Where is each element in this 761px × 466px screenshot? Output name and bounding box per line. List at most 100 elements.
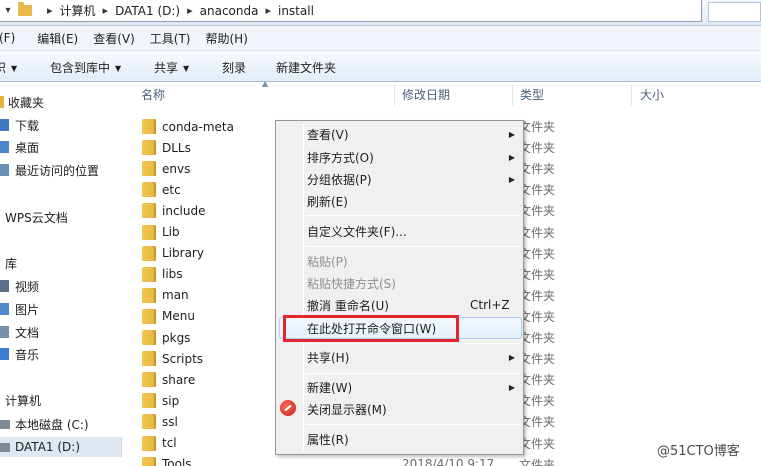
organize-label: 织 xyxy=(0,61,7,75)
menu-view[interactable]: 查看(V) xyxy=(93,30,143,47)
navigation-pane: 收藏夹 下载 桌面 最近访问的位置 WPS云文档 库 视频 图片 文档 音乐 计… xyxy=(0,82,124,466)
address-bar-row: ▾ ▸ 计算机 ▸ DATA1 (D:) ▸ anaconda ▸ instal… xyxy=(0,0,761,26)
chevron-right-icon[interactable]: ▸ xyxy=(265,4,271,17)
folder-icon xyxy=(142,435,156,451)
nav-pictures-label: 图片 xyxy=(15,302,40,317)
recent-places-icon xyxy=(0,164,9,176)
search-input[interactable] xyxy=(708,2,761,22)
file-type: 文件夹 xyxy=(519,225,556,240)
file-type: 文件夹 xyxy=(519,267,556,282)
share-button[interactable]: 共享 ▼ xyxy=(154,59,189,76)
nav-videos-label: 视频 xyxy=(15,279,40,294)
chevron-right-icon[interactable]: ▸ xyxy=(187,4,193,17)
menu-item-customize[interactable]: 自定义文件夹(F)... xyxy=(307,220,521,242)
nav-wps[interactable]: WPS云文档 xyxy=(5,207,68,227)
breadcrumb-install[interactable]: install xyxy=(278,4,314,18)
column-divider[interactable] xyxy=(394,84,395,106)
menu-item-share[interactable]: 共享(H) ▶ xyxy=(307,346,521,368)
nav-music[interactable]: 音乐 xyxy=(0,344,39,364)
new-folder-button[interactable]: 新建文件夹 xyxy=(276,59,336,76)
context-menu: 查看(V) ▶ 排序方式(O) ▶ 分组依据(P) ▶ 刷新(E) 自定义文件夹… xyxy=(275,120,524,455)
nav-desktop[interactable]: 桌面 xyxy=(0,137,39,157)
nav-computer[interactable]: 计算机 xyxy=(5,390,41,410)
menu-separator xyxy=(306,424,520,425)
menu-separator xyxy=(306,343,520,344)
menu-item-share-label: 共享(H) xyxy=(307,350,350,365)
nav-data1-label: DATA1 (D:) xyxy=(15,440,81,454)
watermark: @51CTO博客 xyxy=(657,444,740,459)
menu-item-group[interactable]: 分组依据(P) ▶ xyxy=(307,168,521,190)
column-divider[interactable] xyxy=(631,84,632,106)
breadcrumb-computer[interactable]: 计算机 xyxy=(60,2,96,19)
menu-item-new[interactable]: 新建(W) ▶ xyxy=(307,376,521,398)
column-header-date[interactable]: 修改日期 xyxy=(402,86,450,103)
menu-edit[interactable]: 编辑(E) xyxy=(37,30,86,47)
file-type: 文件夹 xyxy=(519,141,556,156)
nav-pictures[interactable]: 图片 xyxy=(0,299,39,319)
nav-documents-label: 文档 xyxy=(15,325,40,340)
menu-gutter xyxy=(303,123,304,452)
file-name: Tools xyxy=(162,457,192,466)
file-type: 文件夹 xyxy=(519,352,556,367)
caret-down-icon: ▼ xyxy=(183,64,190,73)
column-header-type[interactable]: 类型 xyxy=(520,86,544,103)
drive-icon xyxy=(0,442,10,452)
menu-tools[interactable]: 工具(T) xyxy=(150,30,199,47)
menu-item-undo-shortcut: Ctrl+Z xyxy=(470,298,510,312)
nav-music-label: 音乐 xyxy=(15,347,40,362)
star-icon xyxy=(0,96,4,108)
red-annotation-box xyxy=(283,315,459,342)
chevron-right-icon[interactable]: ▸ xyxy=(103,4,109,17)
menu-file[interactable]: (F) xyxy=(0,31,23,45)
column-header-size[interactable]: 大小 xyxy=(640,86,664,103)
folder-icon xyxy=(142,393,156,409)
nav-recent[interactable]: 最近访问的位置 xyxy=(0,160,99,180)
menu-item-close-display[interactable]: 关闭显示器(M) xyxy=(307,398,521,420)
menu-item-view[interactable]: 查看(V) ▶ xyxy=(307,123,521,145)
nav-computer-label: 计算机 xyxy=(5,393,42,408)
file-type: 文件夹 xyxy=(519,246,556,261)
menu-item-refresh[interactable]: 刷新(E) xyxy=(307,190,521,212)
menu-item-undo-rename[interactable]: 撤消 重命名(U) Ctrl+Z xyxy=(307,294,521,316)
nav-recent-label: 最近访问的位置 xyxy=(15,163,100,178)
nav-local-disk[interactable]: 本地磁盘 (C:) xyxy=(0,414,89,434)
breadcrumb-anaconda[interactable]: anaconda xyxy=(200,4,259,18)
nav-favorites-label: 收藏夹 xyxy=(8,95,45,110)
caret-down-icon: ▼ xyxy=(11,64,18,73)
chevron-down-icon[interactable]: ▾ xyxy=(0,5,16,16)
nav-downloads[interactable]: 下载 xyxy=(0,115,39,135)
column-header-name[interactable]: 名称 xyxy=(141,86,165,103)
submenu-arrow-icon: ▶ xyxy=(508,129,515,139)
document-icon xyxy=(0,326,9,338)
nav-libraries[interactable]: 库 xyxy=(5,253,17,273)
picture-icon xyxy=(0,303,9,315)
address-bar[interactable]: ▾ ▸ 计算机 ▸ DATA1 (D:) ▸ anaconda ▸ instal… xyxy=(0,0,702,22)
nav-favorites[interactable]: 收藏夹 xyxy=(0,92,44,112)
nav-data1[interactable]: DATA1 (D:) xyxy=(0,437,122,457)
column-divider[interactable] xyxy=(512,84,513,106)
folder-icon xyxy=(142,245,156,261)
file-type: 文件夹 xyxy=(519,436,556,451)
burn-button[interactable]: 刻录 xyxy=(222,59,246,76)
nav-videos[interactable]: 视频 xyxy=(0,276,39,296)
menu-item-sort[interactable]: 排序方式(O) ▶ xyxy=(307,146,521,168)
nav-documents[interactable]: 文档 xyxy=(0,322,39,342)
breadcrumb-data1[interactable]: DATA1 (D:) xyxy=(115,4,180,18)
menu-item-paste-shortcut-label: 粘贴快捷方式(S) xyxy=(307,276,396,291)
menu-item-paste-label: 粘贴(P) xyxy=(307,254,348,269)
submenu-arrow-icon: ▶ xyxy=(508,174,515,184)
chevron-right-icon[interactable]: ▸ xyxy=(47,4,53,17)
folder-icon xyxy=(142,456,156,466)
folder-icon xyxy=(142,287,156,303)
menu-item-properties[interactable]: 属性(R) xyxy=(307,428,521,450)
menu-item-close-display-label: 关闭显示器(M) xyxy=(307,402,387,417)
menu-help[interactable]: 帮助(H) xyxy=(206,30,256,47)
menu-item-new-label: 新建(W) xyxy=(307,380,353,395)
organize-button[interactable]: 织 ▼ xyxy=(0,59,17,76)
desktop-icon xyxy=(0,141,9,153)
nav-downloads-label: 下载 xyxy=(15,118,40,133)
include-library-button[interactable]: 包含到库中 ▼ xyxy=(50,59,121,76)
nav-local-disk-label: 本地磁盘 (C:) xyxy=(15,417,89,432)
file-row[interactable]: Tools 2018/4/10 9:17 文件夹 xyxy=(142,454,742,466)
menu-separator xyxy=(306,373,520,374)
